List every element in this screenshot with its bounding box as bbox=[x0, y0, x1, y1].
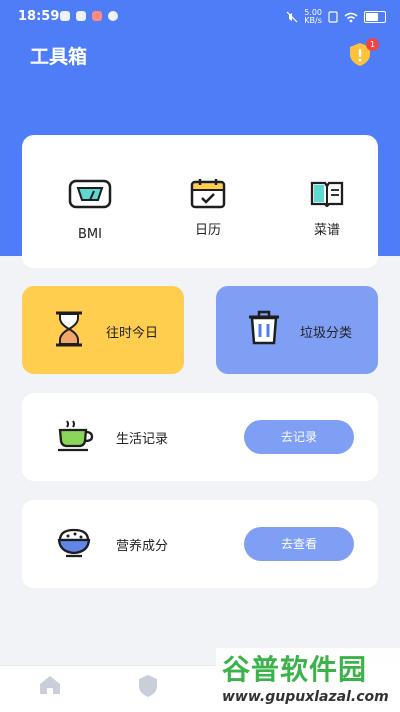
page-title: 工具箱 bbox=[30, 46, 88, 68]
nutrition-label: 营养成分 bbox=[116, 539, 169, 554]
hourglass-icon bbox=[56, 311, 82, 347]
wifi-icon bbox=[344, 12, 358, 22]
tool-bmi-label: BMI bbox=[78, 227, 102, 242]
tool-bmi[interactable]: BMI bbox=[40, 135, 140, 268]
go-view-button[interactable]: 去查看 bbox=[244, 527, 354, 561]
tool-recipe[interactable]: 菜谱 bbox=[277, 135, 377, 268]
watermark: 谷普软件园 www.gupuxlazal.com bbox=[216, 648, 400, 711]
calendar-icon bbox=[190, 179, 226, 209]
nutrition-card: 营养成分 去查看 bbox=[22, 500, 378, 588]
mute-icon bbox=[286, 11, 298, 23]
tile-garbage-sorting-label: 垃圾分类 bbox=[300, 326, 353, 341]
notification-icon bbox=[60, 11, 70, 21]
battery-icon bbox=[364, 11, 386, 23]
rice-bowl-icon bbox=[57, 528, 91, 558]
notification-badge: 1 bbox=[366, 38, 379, 51]
tool-calendar[interactable]: 日历 bbox=[158, 135, 258, 268]
status-bar: 18:59 5.00 KB/s bbox=[0, 0, 400, 34]
tea-cup-icon bbox=[58, 420, 94, 452]
book-icon bbox=[310, 181, 344, 207]
network-speed: 5.00 KB/s bbox=[304, 8, 322, 25]
status-time: 18:59 bbox=[18, 9, 60, 24]
shield-tab-icon[interactable] bbox=[137, 674, 159, 698]
scale-icon bbox=[68, 179, 112, 209]
trash-icon bbox=[249, 310, 279, 345]
notification-icon bbox=[76, 11, 86, 21]
tools-card: BMI 日历 菜谱 bbox=[22, 135, 378, 268]
notification-icon bbox=[108, 11, 118, 21]
notification-icons bbox=[60, 11, 118, 21]
watermark-title: 谷普软件园 bbox=[222, 653, 368, 686]
watermark-url: www.gupuxlazal.com bbox=[222, 689, 389, 705]
tool-recipe-label: 菜谱 bbox=[313, 223, 340, 238]
status-right: 5.00 KB/s bbox=[286, 9, 386, 25]
notification-icon bbox=[92, 11, 102, 21]
tile-past-today[interactable]: 往时今日 bbox=[22, 286, 184, 374]
life-record-card: 生活记录 去记录 bbox=[22, 393, 378, 481]
tile-past-today-label: 往时今日 bbox=[106, 326, 159, 341]
tile-garbage-sorting[interactable]: 垃圾分类 bbox=[216, 286, 378, 374]
sim-icon bbox=[328, 11, 338, 23]
life-record-label: 生活记录 bbox=[116, 432, 169, 447]
home-icon[interactable] bbox=[38, 674, 62, 696]
go-record-button[interactable]: 去记录 bbox=[244, 420, 354, 454]
tool-calendar-label: 日历 bbox=[194, 223, 221, 238]
